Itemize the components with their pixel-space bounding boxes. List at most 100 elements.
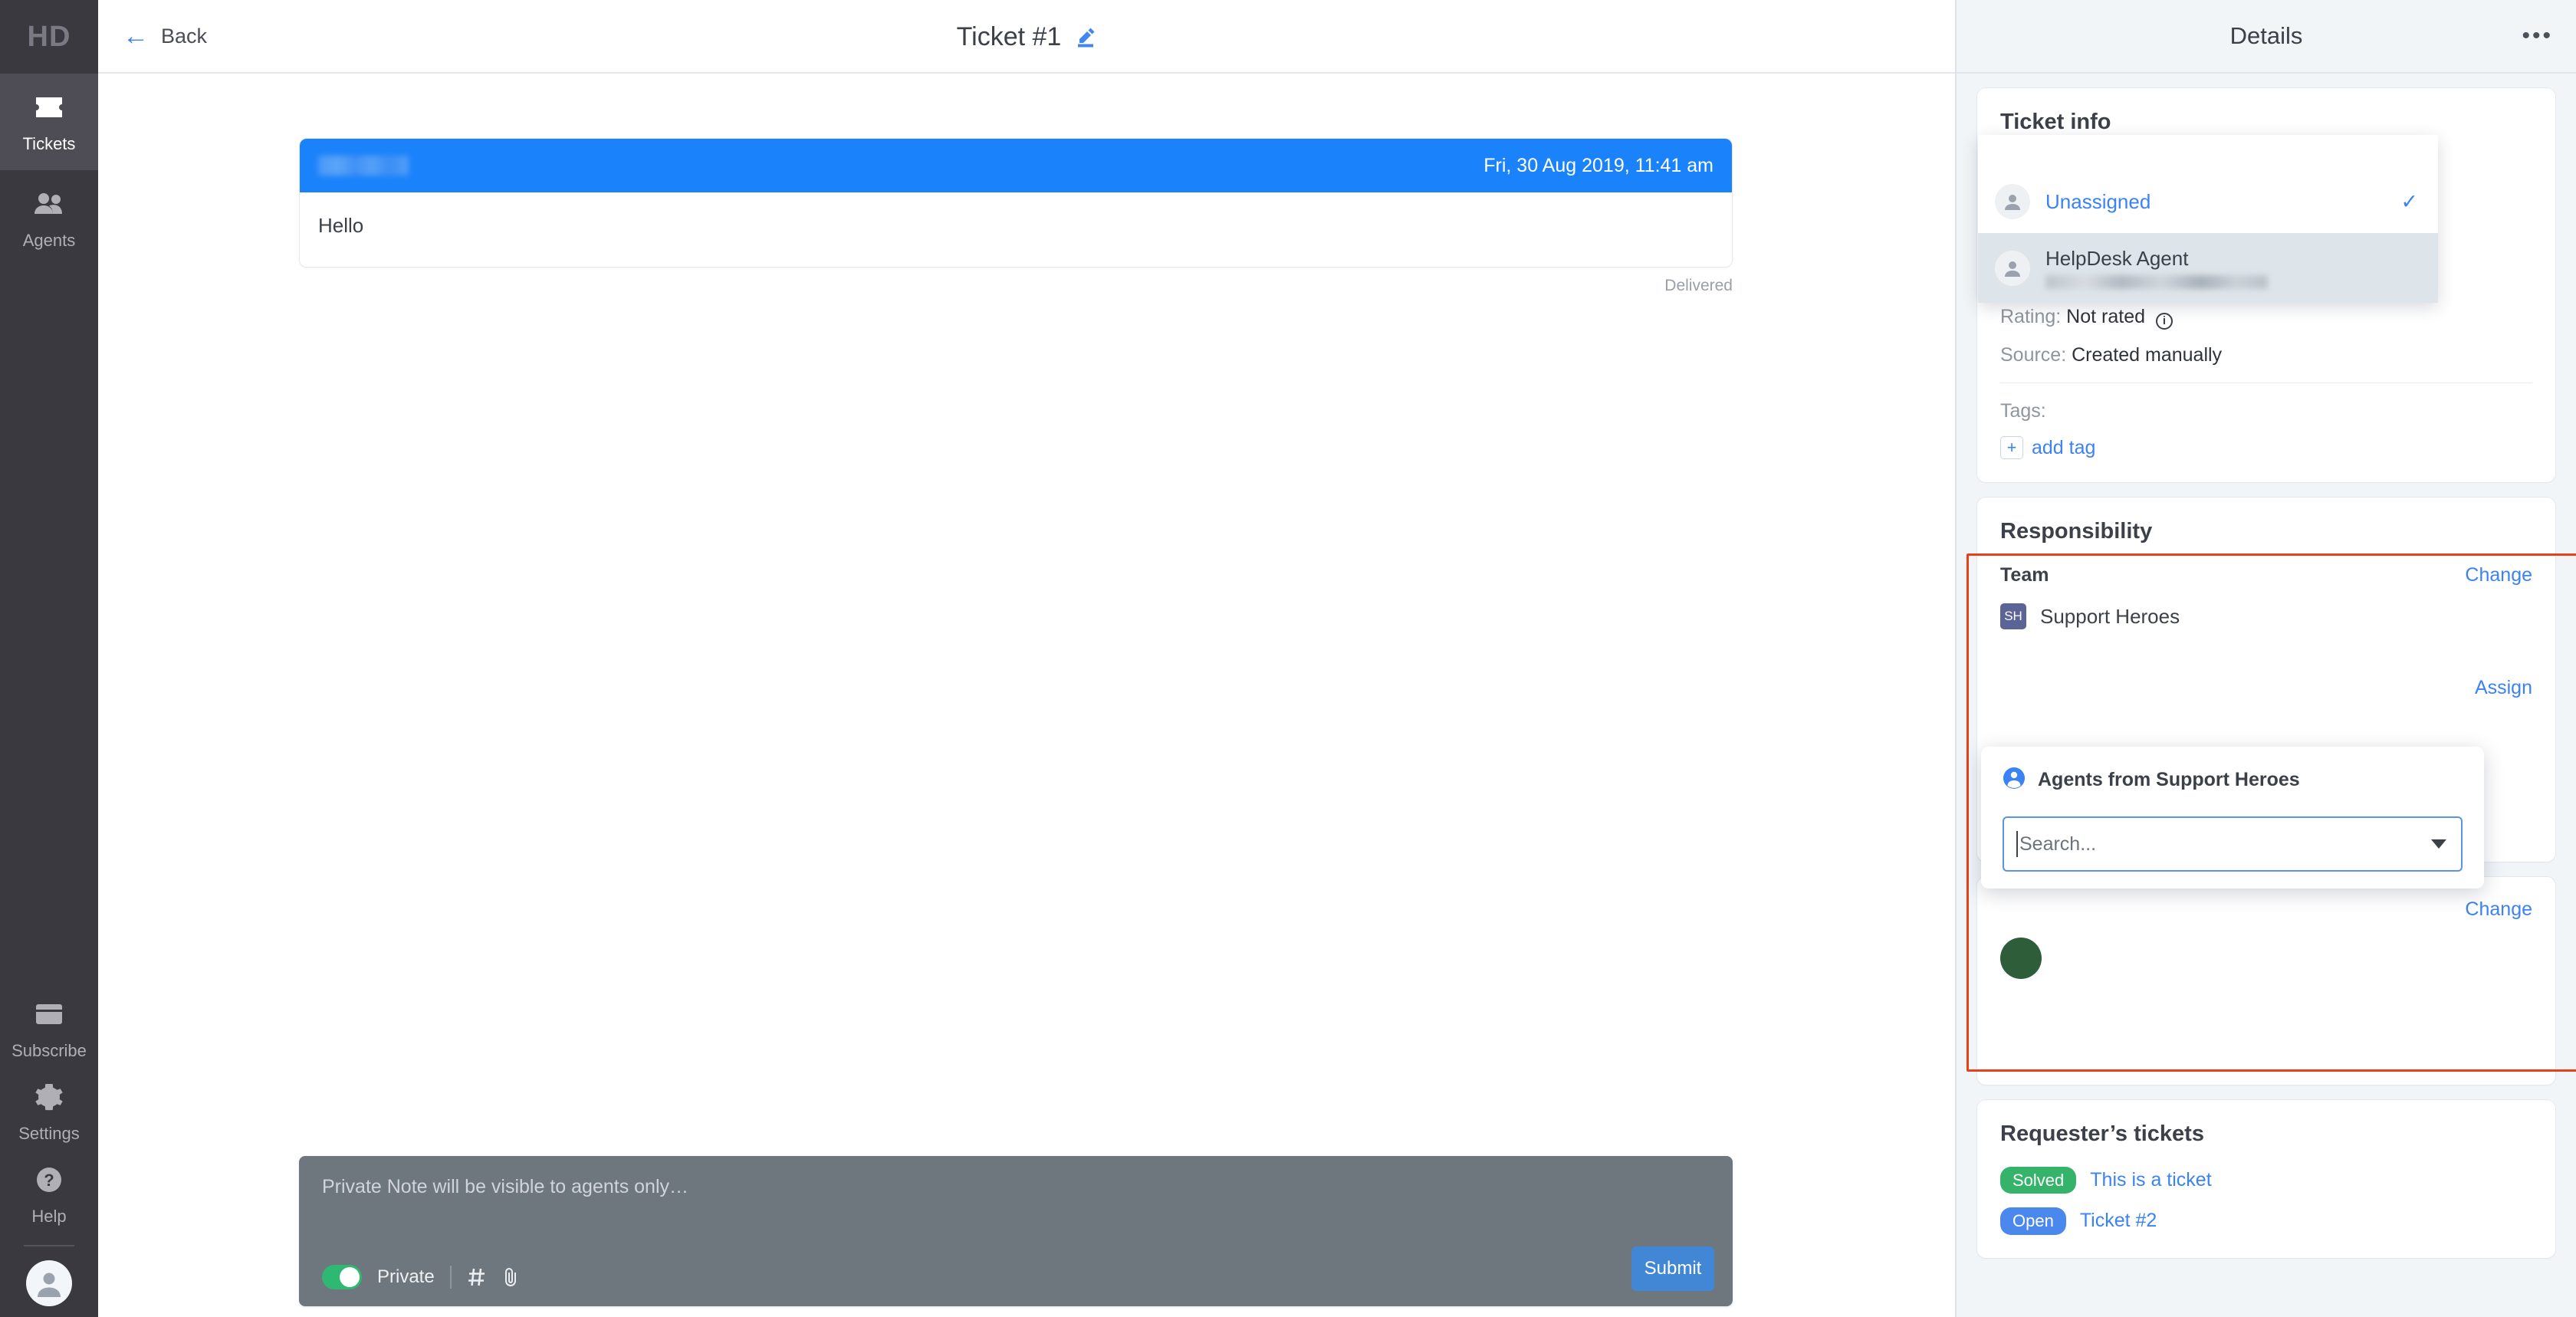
plus-icon: + — [2000, 436, 2023, 459]
message-body: Hello — [318, 214, 364, 237]
team-row-header: Team Change — [2000, 564, 2532, 586]
agent-search-input[interactable]: Search... — [2003, 816, 2463, 872]
avatar[interactable] — [26, 1260, 72, 1306]
requester-ticket-link[interactable]: Ticket #2 — [2080, 1210, 2157, 1232]
sidebar-divider — [24, 1245, 74, 1246]
assign-link[interactable]: Assign — [2475, 677, 2532, 699]
sidebar-item-label-help: Help — [31, 1206, 67, 1226]
rating-value: Not rated — [2066, 306, 2146, 327]
details-panel: Details ••• Ticket info Ticket ID: 5EVZA… — [1957, 0, 2576, 1317]
team-label: Team — [2000, 564, 2049, 586]
agent-popover-title: Agents from Support Heroes — [2038, 769, 2300, 790]
add-tag-button[interactable]: + add tag — [2000, 436, 2532, 459]
message-timestamp: Fri, 30 Aug 2019, 11:41 am — [1484, 154, 1714, 176]
source-row: Source: Created manually — [2000, 343, 2532, 366]
requester-ticket-row[interactable]: Solved This is a ticket — [2000, 1167, 2532, 1194]
check-icon: ✓ — [2400, 189, 2418, 213]
message-item: Fri, 30 Aug 2019, 11:41 am Hello Deliver… — [299, 138, 1733, 295]
info-icon[interactable]: i — [2155, 312, 2173, 330]
sidebar-item-label-subscribe: Subscribe — [12, 1040, 87, 1060]
assignee-card: . Change — [1976, 876, 2556, 1085]
arrow-left-icon: ← — [123, 21, 149, 51]
source-label: Source: — [2000, 343, 2067, 366]
ticket-main-panel: ← Back Ticket #1 Fri, 30 Aug 2019, 11:41… — [98, 0, 1957, 1317]
hashtag-icon[interactable] — [467, 1267, 487, 1287]
team-value-row: SH Support Heroes — [2000, 603, 2532, 629]
user-icon — [1995, 250, 2030, 286]
requester-tickets-card: Requester’s tickets Solved This is a tic… — [1976, 1099, 2556, 1259]
toggle-knob — [340, 1267, 360, 1287]
responsibility-title: Responsibility — [2000, 519, 2153, 544]
toolbar-divider — [449, 1266, 452, 1289]
gear-icon — [35, 1080, 63, 1114]
agent-option-email-redacted — [2045, 275, 2268, 289]
ticket-icon — [34, 90, 64, 124]
app-logo: HD — [27, 20, 71, 53]
status-badge: Open — [2000, 1207, 2066, 1235]
card-icon — [35, 997, 63, 1031]
agent-option-text-col: HelpDesk Agent — [2045, 247, 2268, 289]
requester-ticket-row[interactable]: Open Ticket #2 — [2000, 1207, 2532, 1235]
sidebar-item-settings[interactable]: Settings — [0, 1070, 98, 1153]
agent-option-unassigned[interactable]: Unassigned ✓ — [1978, 170, 2438, 233]
rating-row: Rating: Not rated i — [2000, 306, 2532, 330]
chevron-down-icon[interactable] — [2430, 839, 2447, 849]
agent-popover-header: Agents from Support Heroes — [2003, 767, 2463, 793]
assign-row-header: . Assign — [2000, 677, 2532, 699]
add-tag-label: add tag — [2032, 436, 2096, 458]
agent-search-placeholder: Search... — [2019, 833, 2097, 855]
person-circle-icon — [2003, 767, 2026, 793]
sidebar-item-subscribe[interactable]: Subscribe — [0, 987, 98, 1070]
sidebar-item-label-settings: Settings — [18, 1123, 80, 1143]
private-toggle-label: Private — [377, 1266, 435, 1287]
agent-option-label: HelpDesk Agent — [2045, 247, 2189, 270]
submit-button[interactable]: Submit — [1631, 1246, 1714, 1291]
agent-search-placeholder-wrap: Search... — [2016, 831, 2096, 857]
agent-options-list: Unassigned ✓ HelpDesk Agent — [1978, 135, 2438, 303]
message-delivery-status: Delivered — [1664, 277, 1733, 294]
sidebar-nav: HD Tickets Agents Subscribe Settings ? H… — [0, 0, 98, 1317]
message-card: Fri, 30 Aug 2019, 11:41 am Hello — [299, 138, 1733, 268]
ticket-topbar: ← Back Ticket #1 — [98, 0, 1955, 74]
agent-option-helpdesk-agent[interactable]: HelpDesk Agent — [1978, 233, 2438, 303]
helpdesk-app: HD Tickets Agents Subscribe Settings ? H… — [0, 0, 2576, 1317]
requester-tickets-title: Requester’s tickets — [2000, 1122, 2204, 1146]
details-title: Details — [2229, 22, 2303, 49]
source-value: Created manually — [2072, 343, 2223, 366]
back-button-label: Back — [161, 24, 208, 48]
reply-composer: Private Note will be visible to agents o… — [299, 1156, 1733, 1306]
message-sender-redacted — [318, 156, 409, 176]
user-avatar-icon — [38, 1273, 61, 1297]
private-toggle[interactable] — [322, 1265, 362, 1289]
sidebar-item-help[interactable]: ? Help — [0, 1153, 98, 1236]
paperclip-icon[interactable] — [502, 1267, 521, 1287]
assignee-row-header: . Change — [2000, 898, 2532, 921]
pencil-icon[interactable] — [1075, 26, 1096, 48]
composer-toolbar: Private — [322, 1265, 521, 1289]
svg-text:?: ? — [44, 1171, 54, 1190]
tags-label: Tags: — [2000, 400, 2046, 422]
requester-ticket-link[interactable]: This is a ticket — [2090, 1169, 2211, 1191]
sidebar-bottom-group: Subscribe Settings ? Help — [0, 987, 98, 1317]
sidebar-item-agents[interactable]: Agents — [0, 170, 98, 267]
team-change-link[interactable]: Change — [2465, 564, 2532, 586]
people-icon — [33, 187, 65, 221]
team-initials-badge: SH — [2000, 603, 2026, 629]
sidebar-item-label-tickets: Tickets — [22, 133, 76, 153]
back-button[interactable]: ← Back — [123, 23, 207, 49]
ticket-info-title: Ticket info — [2000, 110, 2111, 134]
status-badge: Solved — [2000, 1167, 2077, 1194]
composer-box[interactable]: Private Note will be visible to agents o… — [299, 1156, 1733, 1306]
ellipsis-icon[interactable]: ••• — [2522, 25, 2553, 48]
assignee-avatar — [2000, 938, 2042, 979]
details-header: Details ••• — [1957, 0, 2576, 74]
sidebar-item-tickets[interactable]: Tickets — [0, 74, 98, 170]
team-name: Support Heroes — [2040, 604, 2180, 628]
agent-selector-popover: Agents from Support Heroes Search... — [1981, 747, 2484, 888]
note-input-placeholder[interactable]: Private Note will be visible to agents o… — [322, 1176, 1710, 1198]
page-title: Ticket #1 — [98, 0, 1955, 74]
assignee-change-link[interactable]: Change — [2465, 898, 2532, 921]
text-caret — [2016, 831, 2018, 857]
question-icon: ? — [35, 1163, 63, 1197]
agent-option-label: Unassigned — [2045, 189, 2151, 213]
